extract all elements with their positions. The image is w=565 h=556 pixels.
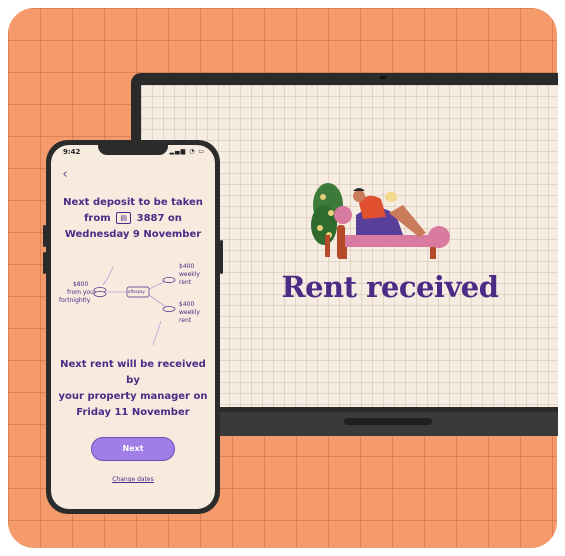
deposit-info: Next deposit to be taken from ▤ 3887 on …: [61, 195, 205, 243]
received-line3: Friday 11 November: [76, 407, 190, 418]
received-info: Next rent will be received by your prope…: [57, 357, 209, 421]
rent1-amount: $400: [179, 263, 195, 270]
phone-side-button: [43, 252, 46, 274]
deposit-line1: Next deposit to be taken: [63, 197, 203, 208]
from-amount: $800: [73, 281, 89, 288]
rent1-label: rent: [179, 279, 192, 286]
received-line1: Next rent will be received by: [60, 359, 206, 386]
received-line2: your property manager on: [58, 391, 208, 402]
afterpay-label: afterpay: [128, 289, 145, 294]
deposit-line2: from ▤ 3887 on: [61, 211, 205, 227]
chevron-left-icon: ‹: [62, 167, 68, 182]
from-label: from you: [67, 289, 94, 296]
deposit-date: Wednesday 9 November: [64, 229, 202, 240]
deposit-account: 3887 on: [136, 213, 182, 224]
phone-side-button: [43, 225, 46, 247]
laptop-hinge: [344, 418, 432, 425]
status-time: 9:42: [63, 148, 81, 156]
rent2-frequency: weekly: [179, 309, 200, 316]
back-button[interactable]: ‹: [57, 167, 73, 183]
change-dates-link[interactable]: Change dates: [51, 476, 215, 483]
next-button[interactable]: Next: [91, 437, 175, 461]
from-frequency: fortnightly: [59, 297, 91, 304]
payment-flow-diagram: $800 from you fortnightly afterpay $400 …: [51, 255, 215, 355]
deposit-from: from: [84, 213, 111, 224]
rent2-label: rent: [179, 317, 192, 324]
phone-power-button: [220, 240, 223, 274]
rent-received-headline: Rent received: [281, 270, 499, 304]
phone-notch: [98, 145, 168, 155]
bank-icon: ▤: [116, 212, 132, 224]
status-icons: ▂▄▆ ◔ ▭: [169, 148, 205, 155]
rent2-amount: $400: [179, 301, 195, 308]
laptop-camera: [380, 76, 386, 79]
rent1-frequency: weekly: [179, 271, 200, 278]
phone-screen: 9:42 ▂▄▆ ◔ ▭ ‹ Next deposit to be taken …: [51, 145, 215, 509]
